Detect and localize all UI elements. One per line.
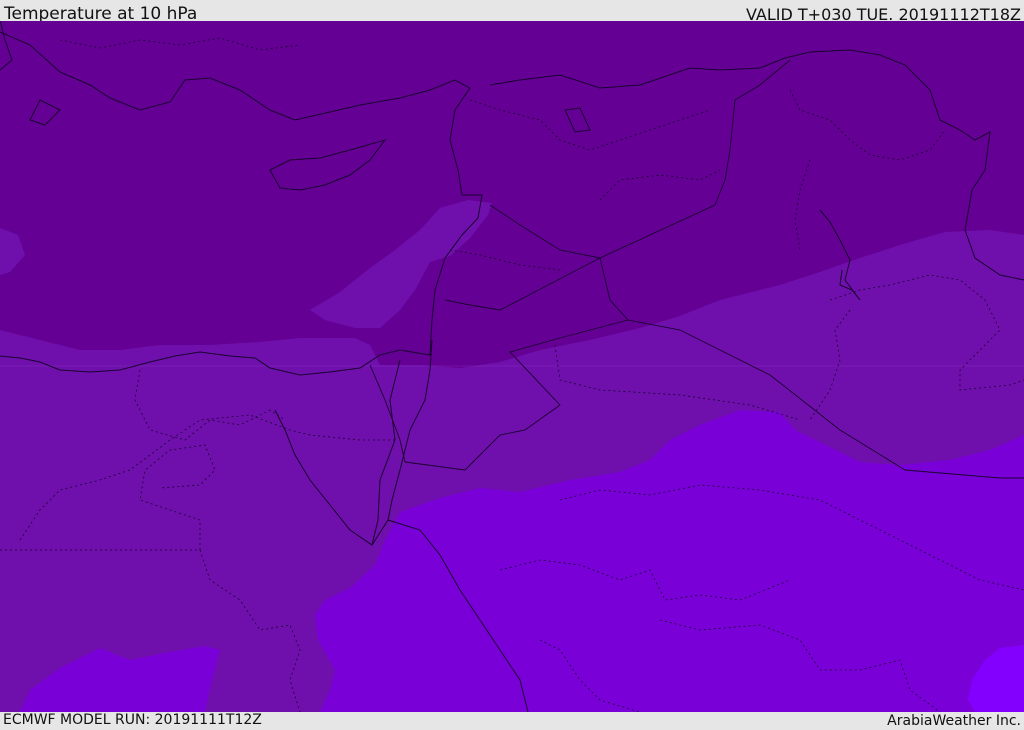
model-run-label: ECMWF MODEL RUN: 20191111T12Z [3,712,262,728]
footer-bar: ECMWF MODEL RUN: 20191111T12Z ArabiaWeat… [0,712,1024,729]
header-bar: Temperature at 10 hPa VALID T+030 TUE. 2… [0,0,1024,24]
brand-label: ArabiaWeather Inc. [887,713,1021,729]
temperature-map [0,21,1024,712]
